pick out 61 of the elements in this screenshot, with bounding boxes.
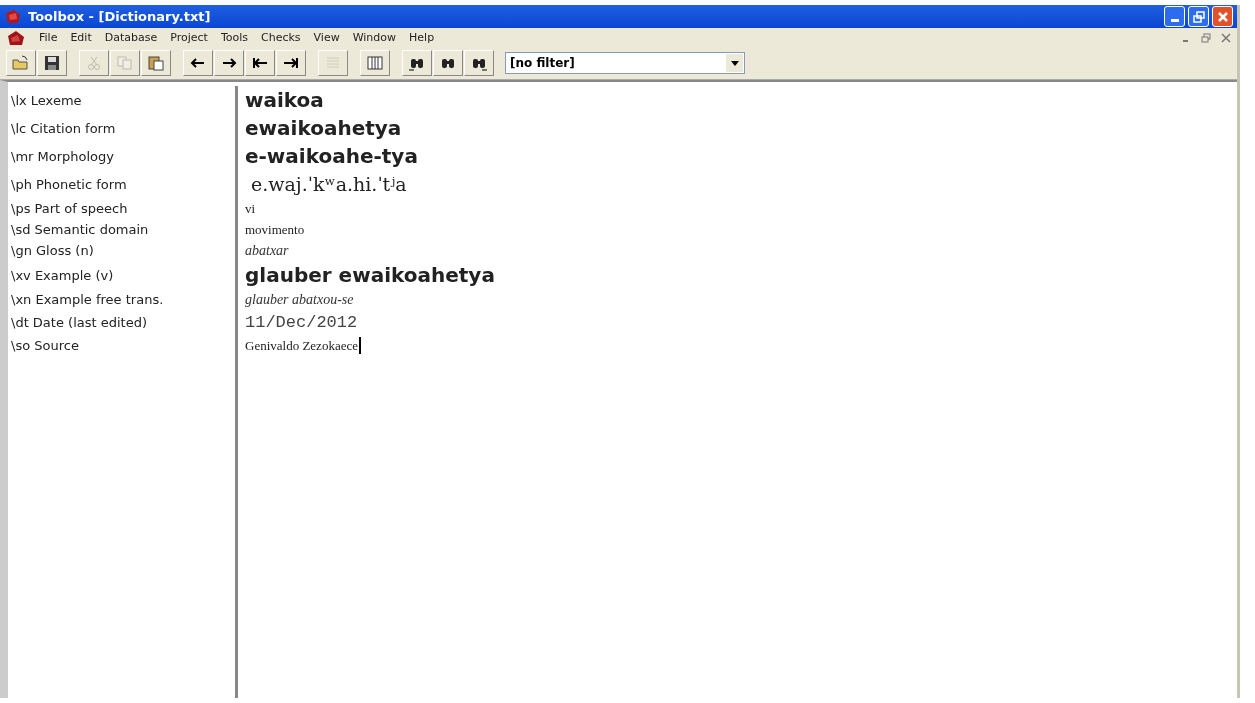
forward-button[interactable] — [214, 50, 244, 76]
field-value: glauber abatxou-se — [245, 291, 354, 308]
find-next-button[interactable] — [464, 50, 494, 76]
field-value: vi — [245, 200, 256, 217]
columns-button[interactable] — [360, 50, 390, 76]
field-label: \mr Morphology — [11, 148, 114, 164]
minimize-button[interactable] — [1164, 6, 1185, 27]
menu-item[interactable]: Edit — [70, 31, 92, 44]
restore-icon — [1192, 10, 1205, 23]
last-button[interactable] — [276, 50, 306, 76]
filter-dropdown[interactable]: [no filter] — [505, 52, 745, 74]
first-button[interactable] — [245, 50, 275, 76]
field-label: \sd Semantic domain — [11, 222, 149, 237]
minimize-icon — [1170, 19, 1179, 22]
field-value: e.waj.ˈkʷa.hi.ˈtʲa — [250, 173, 407, 195]
back-button[interactable] — [183, 50, 213, 76]
close-icon — [1216, 10, 1229, 23]
field-label: \dt Date (last edited) — [11, 315, 147, 330]
find-prev-button[interactable] — [402, 50, 432, 76]
close-icon[interactable] — [1221, 32, 1231, 43]
columns-icon — [366, 55, 384, 71]
menu-item[interactable]: Project — [170, 31, 208, 44]
close-button[interactable] — [1212, 6, 1233, 27]
field-value: Genivaldo Zezokaece — [245, 337, 358, 354]
folder-icon — [12, 55, 30, 71]
menu-item[interactable]: Tools — [220, 31, 248, 44]
field-label: \so Source — [11, 338, 79, 353]
scissors-icon — [85, 55, 103, 71]
menu-item[interactable]: Checks — [261, 31, 301, 44]
paste-button[interactable] — [141, 50, 171, 76]
field-label: \xv Example (v) — [11, 267, 114, 283]
field-value: glauber ewaikoahetya — [245, 263, 495, 287]
clipboard-icon — [147, 55, 165, 71]
menu-item[interactable]: View — [313, 31, 340, 44]
field-label: \lc Citation form — [11, 120, 116, 136]
save-button[interactable] — [37, 50, 67, 76]
field-value: movimento — [245, 221, 305, 238]
field-label: \ps Part of speech — [11, 201, 128, 216]
app-icon — [6, 29, 26, 46]
menu-item[interactable]: Database — [104, 31, 158, 44]
menu-item[interactable]: Window — [352, 31, 397, 44]
first-record-icon — [251, 55, 269, 71]
field-value: waikoa — [245, 88, 324, 112]
restore-icon[interactable] — [1201, 32, 1211, 43]
field-value: e-waikoahe-tya — [245, 144, 418, 168]
app-icon — [4, 8, 22, 25]
dropdown-arrow-icon — [730, 60, 739, 66]
field-value: ewaikoahetya — [245, 116, 402, 140]
last-record-icon — [282, 55, 300, 71]
field-value: abatxar — [245, 242, 289, 259]
restore-button[interactable] — [1188, 6, 1209, 27]
find-button[interactable] — [433, 50, 463, 76]
window-title: Toolbox - [Dictionary.txt] — [28, 9, 211, 24]
field-value: 11/Dec/2012 — [245, 313, 358, 332]
field-label: \xn Example free trans. — [11, 292, 164, 307]
field-label: \gn Gloss (n) — [11, 243, 94, 258]
menu-item[interactable]: File — [39, 31, 58, 44]
field-label: \lx Lexeme — [11, 92, 82, 108]
menu-item[interactable]: Help — [409, 31, 435, 44]
copy-icon — [116, 55, 134, 71]
field-label: \ph Phonetic form — [11, 176, 127, 192]
